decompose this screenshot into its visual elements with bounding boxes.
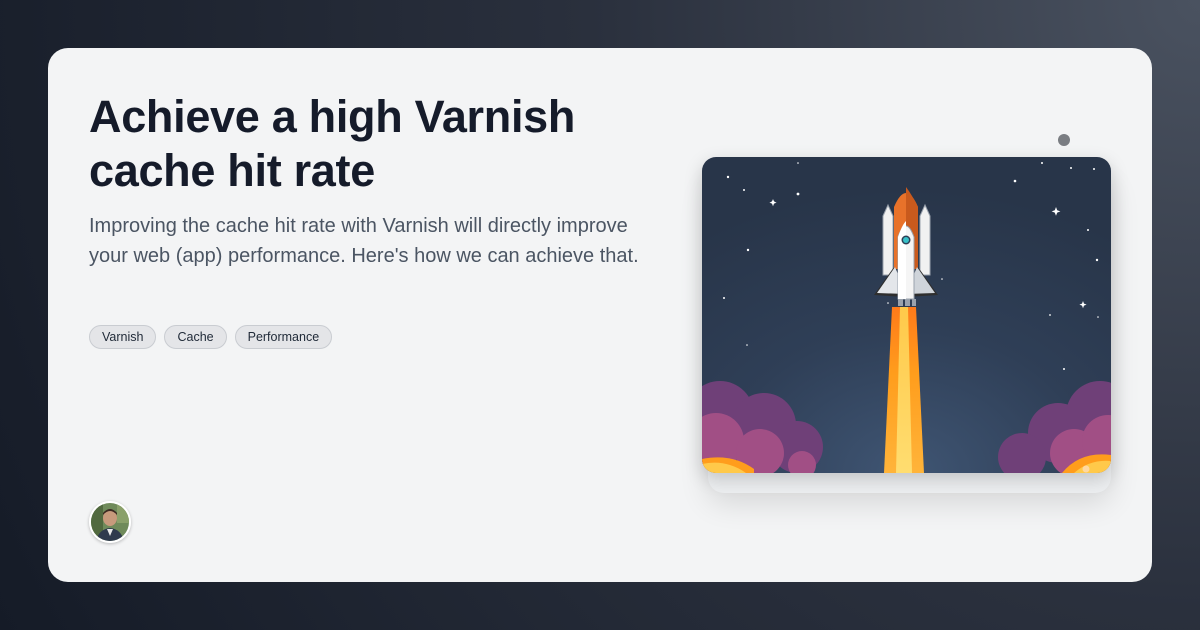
tag-varnish[interactable]: Varnish	[89, 325, 157, 349]
tag-cache[interactable]: Cache	[164, 325, 227, 349]
rocket-launch-illustration-icon	[702, 157, 1111, 473]
post-card: Achieve a high Varnish cache hit rate Im…	[48, 48, 1152, 582]
indicator-dot	[1058, 134, 1070, 146]
tag-performance[interactable]: Performance	[234, 325, 333, 349]
hero-image	[702, 157, 1111, 473]
author-avatar[interactable]	[89, 501, 131, 543]
post-title: Achieve a high Varnish cache hit rate	[89, 91, 576, 196]
tag-list: Varnish Cache Performance	[89, 325, 333, 349]
post-description: Improving the cache hit rate with Varnis…	[89, 215, 639, 267]
avatar-photo-icon	[91, 503, 129, 541]
